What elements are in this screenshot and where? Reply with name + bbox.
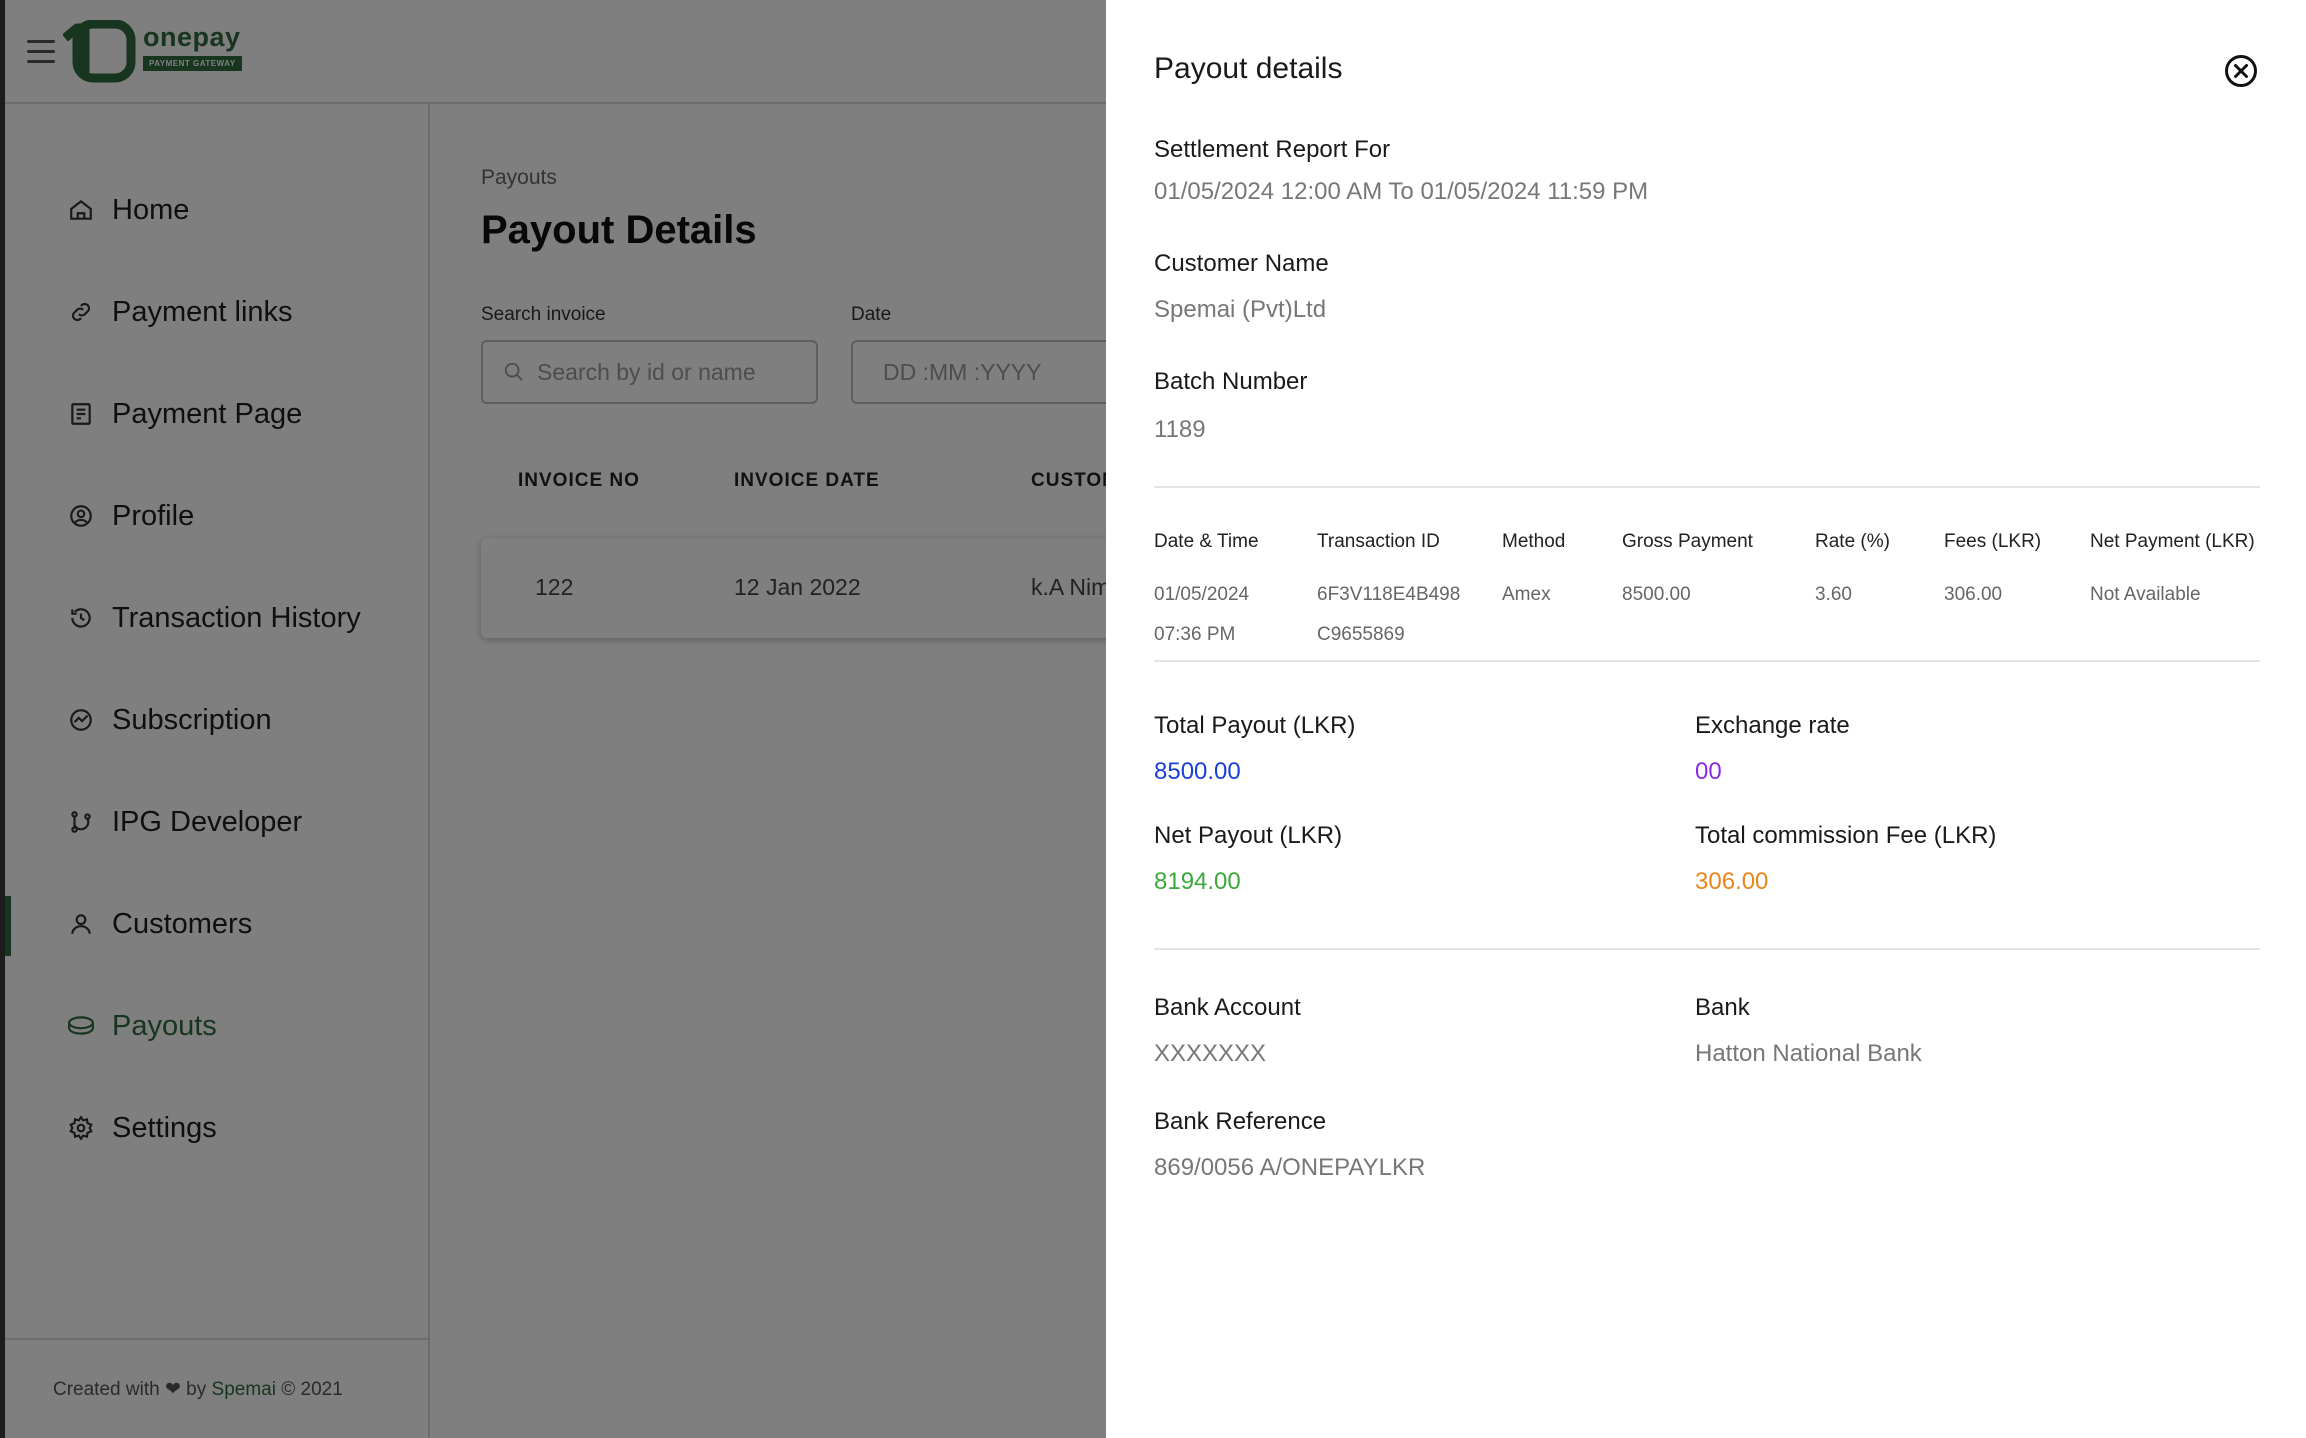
commission-fee-label: Total commission Fee (LKR)	[1695, 822, 1997, 849]
commission-fee-value: 306.00	[1695, 868, 1769, 895]
txn-time: 07:36 PM	[1154, 624, 1236, 645]
batch-number-value: 1189	[1154, 416, 1206, 443]
txn-header-method: Method	[1502, 531, 1566, 552]
bank-label: Bank	[1695, 994, 1750, 1021]
txn-method: Amex	[1502, 584, 1551, 605]
txn-header-datetime: Date & Time	[1154, 531, 1259, 552]
txn-header-gross: Gross Payment	[1622, 531, 1753, 552]
txn-header-fees: Fees (LKR)	[1944, 531, 2042, 552]
txn-rate: 3.60	[1815, 584, 1852, 605]
txn-header-net: Net Payment (LKR)	[2090, 531, 2255, 552]
customer-name-value: Spemai (Pvt)Ltd	[1154, 296, 1327, 323]
bank-value: Hatton National Bank	[1695, 1040, 1922, 1067]
txn-date: 01/05/2024	[1154, 584, 1250, 605]
txn-header-id: Transaction ID	[1317, 531, 1440, 552]
txn-gross: 8500.00	[1622, 584, 1691, 605]
txn-id-line1: 6F3V118E4B498	[1317, 584, 1461, 605]
exchange-rate-value: 00	[1695, 758, 1722, 785]
payout-details-drawer: Payout details Settlement Report For 01/…	[1106, 0, 2306, 1438]
bank-account-value: XXXXXXX	[1154, 1040, 1267, 1067]
bank-account-label: Bank Account	[1154, 994, 1301, 1021]
close-icon[interactable]	[2224, 54, 2258, 88]
total-payout-label: Total Payout (LKR)	[1154, 712, 1356, 739]
exchange-rate-label: Exchange rate	[1695, 712, 1850, 739]
bank-reference-label: Bank Reference	[1154, 1108, 1327, 1135]
txn-net: Not Available	[2090, 584, 2201, 605]
drawer-title: Payout details	[1154, 52, 1343, 85]
settlement-label: Settlement Report For	[1154, 136, 1391, 163]
settlement-value: 01/05/2024 12:00 AM To 01/05/2024 11:59 …	[1154, 178, 1649, 205]
divider	[1154, 486, 2260, 488]
net-payout-label: Net Payout (LKR)	[1154, 822, 1343, 849]
divider	[1154, 948, 2260, 950]
txn-fees: 306.00	[1944, 584, 2003, 605]
divider	[1154, 660, 2260, 662]
net-payout-value: 8194.00	[1154, 868, 1241, 895]
bank-reference-value: 869/0056 A/ONEPAYLKR	[1154, 1154, 1426, 1181]
total-payout-value: 8500.00	[1154, 758, 1241, 785]
txn-header-rate: Rate (%)	[1815, 531, 1890, 552]
txn-id-line2: C9655869	[1317, 624, 1405, 645]
modal-backdrop[interactable]	[0, 0, 1106, 1438]
batch-number-label: Batch Number	[1154, 368, 1308, 395]
customer-name-label: Customer Name	[1154, 250, 1329, 277]
